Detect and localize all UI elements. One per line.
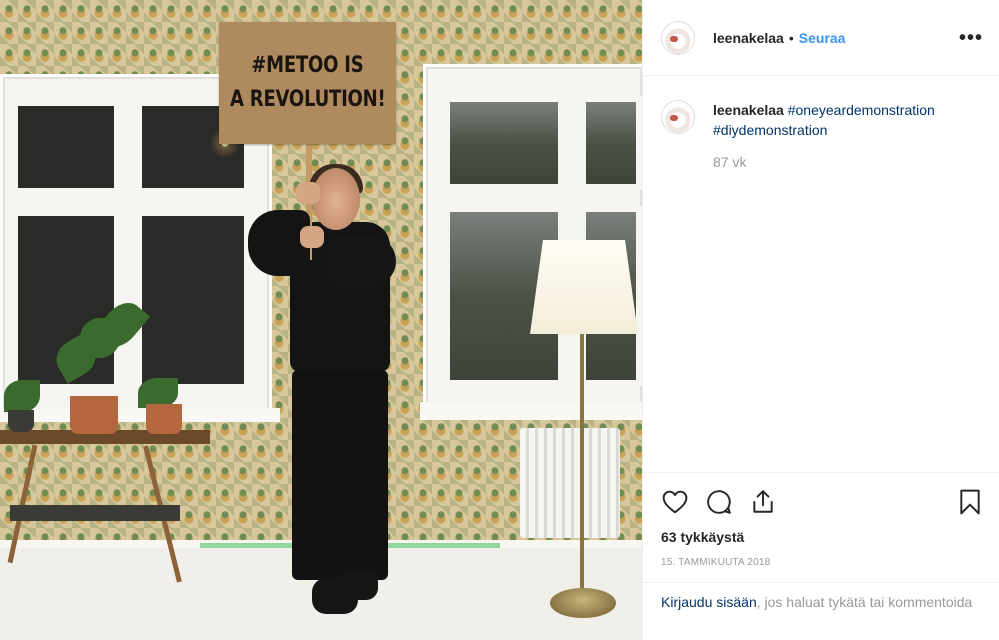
- radiator: [520, 428, 620, 538]
- sign-text-line2: A REVOLUTION!: [229, 87, 386, 112]
- login-link[interactable]: Kirjaudu sisään: [661, 594, 757, 610]
- plant-pot: [8, 410, 34, 432]
- action-icons: [661, 487, 984, 517]
- follow-button[interactable]: Seuraa: [799, 30, 846, 46]
- header-separator: •: [788, 29, 794, 46]
- window-sill: [420, 402, 642, 420]
- person-arm: [330, 236, 396, 286]
- login-prompt: Kirjaudu sisään, jos haluat tykätä tai k…: [643, 582, 999, 612]
- heart-icon[interactable]: [661, 488, 689, 516]
- person-hand: [300, 226, 324, 248]
- window-sill: [0, 408, 280, 422]
- protest-sign: #METOO IS A REVOLUTION!: [219, 22, 396, 144]
- comment-icon[interactable]: [705, 488, 733, 516]
- floor-lamp-pole: [580, 334, 584, 592]
- share-icon[interactable]: [749, 488, 777, 516]
- floor-lamp-shade: [530, 240, 638, 334]
- caption-avatar[interactable]: [661, 100, 695, 134]
- table-shelf: [10, 505, 180, 521]
- header-username[interactable]: leenakelaa: [713, 30, 784, 46]
- like-count[interactable]: 63 tykkäystä: [661, 529, 984, 545]
- instagram-post: #METOO IS A REVOLUTION! leenakelaa • Seu…: [0, 0, 999, 640]
- avatar[interactable]: [661, 20, 695, 55]
- caption: leenakelaa #oneyeardemonstration #diydem…: [643, 76, 999, 140]
- person-foot: [340, 570, 378, 600]
- window-pane: [12, 100, 120, 194]
- post-side-panel: leenakelaa • Seuraa ••• leenakelaa #oney…: [642, 0, 999, 640]
- window-pane: [136, 210, 250, 390]
- plant-leaf: [4, 380, 40, 412]
- more-options-icon[interactable]: •••: [959, 28, 983, 48]
- window-pane: [580, 96, 642, 190]
- person-hand: [296, 182, 320, 204]
- post-header: leenakelaa • Seuraa •••: [643, 0, 999, 76]
- caption-username[interactable]: leenakelaa: [713, 102, 784, 118]
- login-prompt-text: , jos haluat tykätä tai kommentoida: [756, 594, 973, 610]
- window-pane: [444, 96, 564, 190]
- post-photo[interactable]: #METOO IS A REVOLUTION!: [0, 0, 642, 640]
- bookmark-icon[interactable]: [956, 488, 984, 516]
- sign-text-line1: #METOO IS: [251, 53, 364, 78]
- hashtag-link[interactable]: #oneyeardemonstration: [788, 102, 935, 118]
- plant-pot: [70, 396, 118, 434]
- caption-text: leenakelaa #oneyeardemonstration #diydem…: [713, 100, 935, 140]
- action-bar: 63 tykkäystä 15. TAMMIKUUTA 2018: [643, 472, 999, 568]
- caption-timestamp[interactable]: 87 vk: [713, 154, 999, 170]
- plant-pot: [146, 404, 182, 434]
- floor-lamp-base: [550, 588, 616, 618]
- post-date[interactable]: 15. TAMMIKUUTA 2018: [661, 557, 984, 568]
- hashtag-link[interactable]: #diydemonstration: [713, 122, 827, 138]
- person-legs: [292, 370, 388, 580]
